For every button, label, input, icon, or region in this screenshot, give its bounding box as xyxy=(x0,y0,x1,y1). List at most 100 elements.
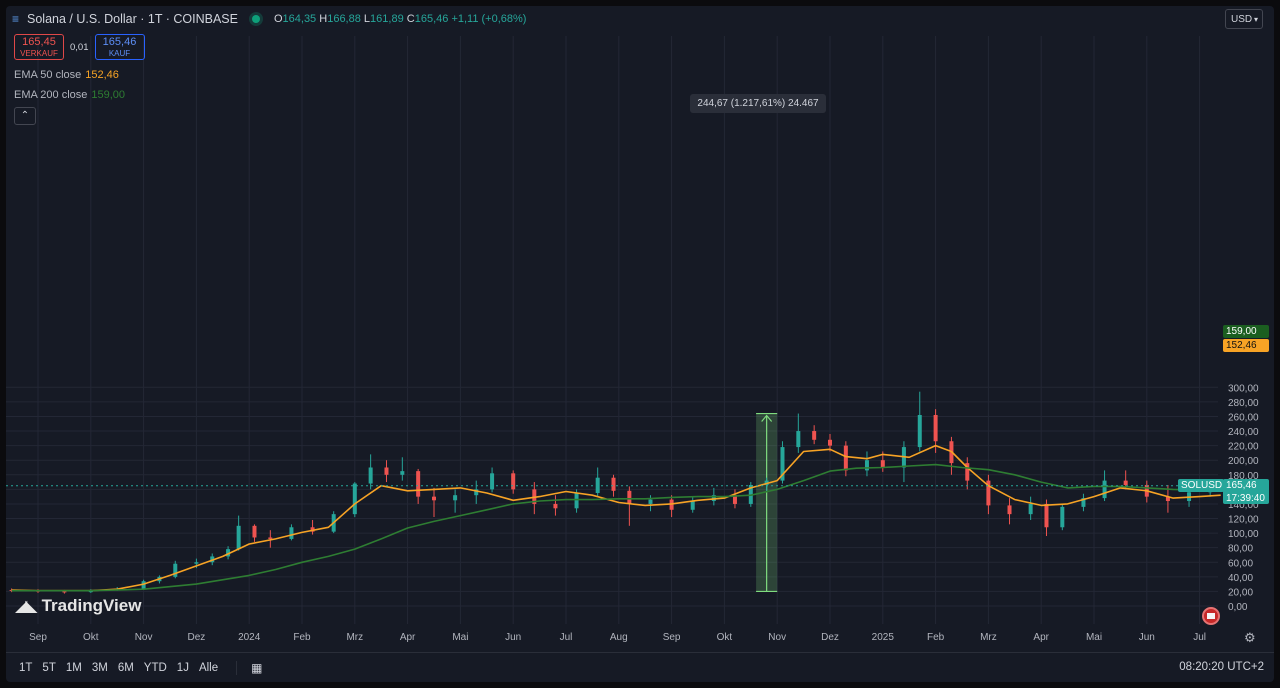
sell-button[interactable]: 165,45 VERKAUF xyxy=(14,34,64,60)
collapse-indicators-button[interactable]: ⌃ xyxy=(14,107,36,125)
y-tick-label: 240,00 xyxy=(1228,427,1259,438)
low-value: 161,89 xyxy=(370,13,404,25)
x-tick-label: Mai xyxy=(452,632,468,643)
candle-body xyxy=(289,527,294,539)
x-tick-label: Okt xyxy=(717,632,733,643)
buy-price: 165,46 xyxy=(102,36,137,48)
x-tick-label: Feb xyxy=(927,632,945,643)
x-tick-label: Nov xyxy=(768,632,786,643)
ema200-value: 159,00 xyxy=(91,89,126,101)
sell-label: VERKAUF xyxy=(20,49,58,58)
gear-icon[interactable]: ⚙ xyxy=(1244,630,1256,646)
x-tick-label: Nov xyxy=(135,632,153,643)
candle-body xyxy=(252,525,257,538)
candle-body xyxy=(933,415,938,442)
candle-body xyxy=(400,471,405,475)
last-price-tag: 165,46 17:39:40 xyxy=(1223,478,1269,504)
high-value: 166,88 xyxy=(327,13,361,25)
ema50-value: 152,46 xyxy=(85,69,119,81)
timeframe-5t[interactable]: 5T xyxy=(42,662,55,674)
candle-body xyxy=(843,445,848,471)
y-tick-label: 40,00 xyxy=(1228,573,1253,584)
candle-body xyxy=(796,431,801,448)
symbol-title[interactable]: Solana / U.S. Dollar · 1T · COINBASE xyxy=(27,12,238,26)
y-tick-label: 20,00 xyxy=(1228,587,1253,598)
x-tick-label: Okt xyxy=(83,632,99,643)
candle-body xyxy=(1102,480,1107,499)
y-tick-label: 220,00 xyxy=(1228,442,1259,453)
grid-lines xyxy=(6,36,1218,624)
ema200-line xyxy=(11,463,1221,592)
market-status-icon xyxy=(251,15,260,23)
candle-body xyxy=(690,501,695,510)
candle-body xyxy=(432,496,436,501)
close-value: 165,46 xyxy=(414,13,449,25)
candle-body xyxy=(384,467,389,475)
x-tick-label: Jun xyxy=(505,632,521,643)
timeframe-1t[interactable]: 1T xyxy=(19,662,32,674)
price-range-measurement[interactable] xyxy=(756,412,778,593)
candle-body xyxy=(194,562,199,564)
timeframe-1j[interactable]: 1J xyxy=(177,662,189,674)
open-value: 164,35 xyxy=(282,13,317,25)
x-tick-label: Dez xyxy=(188,632,206,643)
x-tick-label: Mrz xyxy=(346,632,363,643)
chart-frame: Sep Okt Nov Dez 2024 Feb Mrz Apr Mai Jun Jul Aug Sep… xyxy=(6,6,1274,682)
chevron-up-icon: ⌃ xyxy=(20,110,30,121)
timeframe-6m[interactable]: 6M xyxy=(118,662,134,674)
menu-icon[interactable]: ≡ xyxy=(12,12,19,26)
calendar-icon[interactable]: ▦ xyxy=(236,661,262,675)
chevron-down-icon: ▾ xyxy=(1253,15,1258,24)
indicator-ema200[interactable]: EMA 200 close 159,00 xyxy=(14,89,125,101)
x-tick-label: Dez xyxy=(821,632,839,643)
tradingview-logo[interactable]: ◢◣ TradingView xyxy=(15,596,141,616)
indicator-ema50[interactable]: EMA 50 close 152,46 xyxy=(14,69,119,81)
buy-button[interactable]: 165,46 KAUF xyxy=(94,34,145,60)
y-tick-label: 120,00 xyxy=(1228,515,1259,526)
candle-body xyxy=(1028,503,1033,515)
ema200-price-tag: 159,00 xyxy=(1223,325,1269,338)
candle-body xyxy=(611,477,616,491)
timeframe-alle[interactable]: Alle xyxy=(199,662,218,674)
timeframe-3m[interactable]: 3M xyxy=(92,662,108,674)
x-tick-label: Sep xyxy=(663,632,681,643)
tradingview-icon: ◢◣ xyxy=(15,598,38,615)
x-tick-label: Apr xyxy=(1033,632,1049,643)
candle-body xyxy=(352,483,357,515)
x-tick-label: Sep xyxy=(29,632,47,643)
measure-tooltip: 244,67 (1.217,61%) 24.467 xyxy=(690,94,826,113)
candle-body xyxy=(236,525,241,550)
candle-body xyxy=(453,495,458,501)
x-tick-label: Aug xyxy=(610,632,628,643)
y-tick-label: 300,00 xyxy=(1228,383,1259,394)
timeframe-1m[interactable]: 1M xyxy=(66,662,82,674)
candle-body xyxy=(368,467,373,484)
x-tick-label: Mrz xyxy=(980,632,997,643)
candle-body xyxy=(880,460,885,468)
timeframe-ytd[interactable]: YTD xyxy=(144,662,167,674)
currency-select[interactable]: USD ▾ xyxy=(1225,9,1263,29)
x-tick-label: Jul xyxy=(1193,632,1206,643)
ema50-price-tag: 152,46 xyxy=(1223,339,1269,352)
clock[interactable]: 08:20:20 UTC+2 xyxy=(1179,661,1264,673)
candle-body xyxy=(553,503,558,509)
candle-body xyxy=(627,490,632,504)
us-flag-icon[interactable] xyxy=(1202,607,1220,625)
candle-body xyxy=(828,439,832,446)
candle-body xyxy=(917,415,922,448)
x-tick-label: Mai xyxy=(1086,632,1102,643)
candle-body xyxy=(1123,480,1128,485)
x-tick-label: 2025 xyxy=(872,632,895,643)
y-tick-label: 80,00 xyxy=(1228,544,1253,555)
candle-body xyxy=(173,563,178,577)
candle-body xyxy=(1007,505,1012,515)
symbol-price-tag: SOLUSD xyxy=(1178,478,1224,492)
x-tick-label: 2024 xyxy=(238,632,261,643)
y-tick-label: 100,00 xyxy=(1228,529,1259,540)
price-chart[interactable]: Sep Okt Nov Dez 2024 Feb Mrz Apr Mai Jun Jul Aug Sep… xyxy=(6,6,1274,682)
bottom-toolbar: 1T 5T 1M 3M 6M YTD 1J Alle ▦ 08:20:20 UT… xyxy=(6,652,1274,682)
y-tick-label: 280,00 xyxy=(1228,398,1259,409)
candle-body xyxy=(268,537,273,539)
candle-body xyxy=(812,431,817,440)
change-value: +1,11 (+0,68%) xyxy=(451,13,527,25)
